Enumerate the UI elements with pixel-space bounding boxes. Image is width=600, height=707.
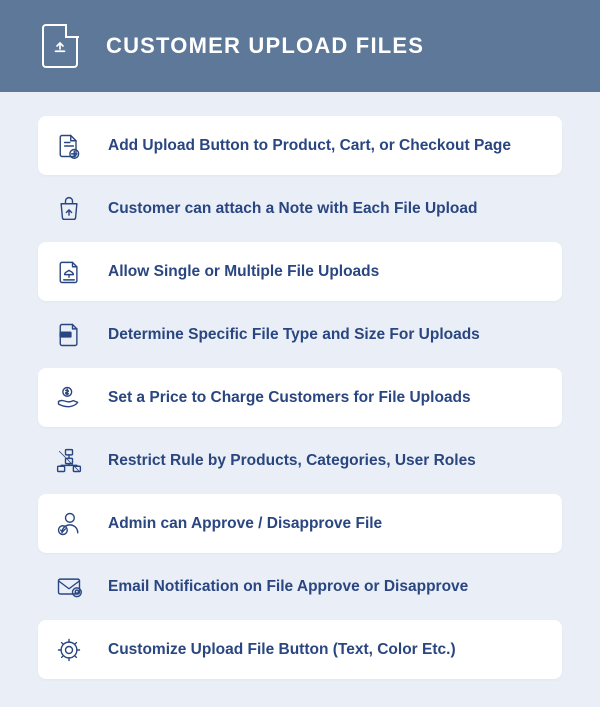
list-item: Admin can Approve / Disapprove File xyxy=(38,494,562,553)
feature-label: Set a Price to Charge Customers for File… xyxy=(108,389,471,407)
svg-text:PDF: PDF xyxy=(61,332,70,337)
list-item: PDF Determine Specific File Type and Siz… xyxy=(38,305,562,364)
feature-label: Allow Single or Multiple File Uploads xyxy=(108,263,379,281)
hierarchy-icon xyxy=(54,446,84,476)
list-item: Restrict Rule by Products, Categories, U… xyxy=(38,431,562,490)
feature-label: Admin can Approve / Disapprove File xyxy=(108,515,382,533)
feature-label: Determine Specific File Type and Size Fo… xyxy=(108,326,480,344)
feature-label: Restrict Rule by Products, Categories, U… xyxy=(108,452,476,470)
feature-label: Email Notification on File Approve or Di… xyxy=(108,578,468,596)
list-item: Allow Single or Multiple File Uploads xyxy=(38,242,562,301)
header: CUSTOMER UPLOAD FILES xyxy=(0,0,600,92)
list-item: Customer can attach a Note with Each Fil… xyxy=(38,179,562,238)
bag-upload-icon xyxy=(54,194,84,224)
upload-file-icon xyxy=(42,24,78,68)
file-type-icon: PDF xyxy=(54,320,84,350)
list-item: Email Notification on File Approve or Di… xyxy=(38,557,562,616)
page-title: CUSTOMER UPLOAD FILES xyxy=(106,33,424,59)
list-item: Set a Price to Charge Customers for File… xyxy=(38,368,562,427)
list-item: Customize Upload File Button (Text, Colo… xyxy=(38,620,562,679)
gear-icon xyxy=(54,635,84,665)
feature-list: Add Upload Button to Product, Cart, or C… xyxy=(0,92,600,707)
feature-label: Add Upload Button to Product, Cart, or C… xyxy=(108,137,511,155)
feature-label: Customer can attach a Note with Each Fil… xyxy=(108,200,478,218)
mail-notify-icon xyxy=(54,572,84,602)
hand-money-icon xyxy=(54,383,84,413)
file-multi-upload-icon xyxy=(54,257,84,287)
file-add-icon xyxy=(54,131,84,161)
feature-label: Customize Upload File Button (Text, Colo… xyxy=(108,641,456,659)
list-item: Add Upload Button to Product, Cart, or C… xyxy=(38,116,562,175)
user-check-icon xyxy=(54,509,84,539)
